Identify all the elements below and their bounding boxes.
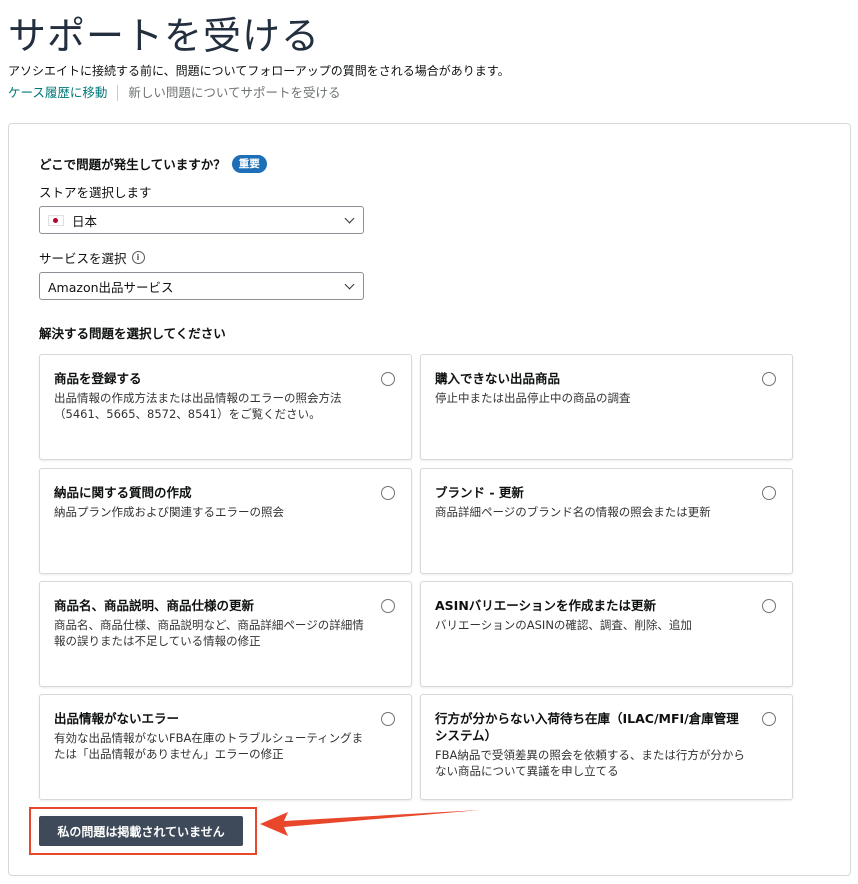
store-label-text: ストアを選択します [39, 185, 152, 200]
question-heading: どこで問題が発生していますか？ 重要 [39, 154, 267, 173]
support-form-panel: どこで問題が発生していますか？ 重要 ストアを選択します 日本 サービスを選択 … [8, 123, 851, 876]
issue-card-product-info[interactable]: 商品名、商品説明、商品仕様の更新 商品名、商品仕様、商品説明など、商品詳細ページ… [39, 581, 412, 687]
radio-button[interactable] [381, 599, 395, 613]
issue-card-missing-inventory[interactable]: 行方が分からない入荷待ち在庫（ILAC/MFI/倉庫管理システム） FBA納品で… [420, 694, 793, 800]
issue-card-list-product[interactable]: 商品を登録する 出品情報の作成方法または出品情報のエラーの照会方法（5461、5… [39, 354, 412, 460]
issue-card-asin-variation[interactable]: ASINバリエーションを作成または更新 バリエーションのASINの確認、調査、削… [420, 581, 793, 687]
service-label-text: サービスを選択 [39, 251, 127, 266]
issue-section-label: 解決する問題を選択してください [39, 326, 226, 341]
card-description: 納品プラン作成および関連するエラーの照会 [54, 505, 284, 519]
page-subtitle: アソシエイトに接続する前に、問題についてフォローアップの質問をされる場合がありま… [8, 64, 510, 78]
new-issue-link[interactable]: 新しい問題についてサポートを受ける [128, 84, 340, 102]
card-description: バリエーションのASINの確認、調査、削除、追加 [435, 618, 692, 632]
radio-button[interactable] [381, 712, 395, 726]
card-title: 出品情報がないエラー [54, 711, 180, 726]
issue-card-shipment[interactable]: 納品に関する質問の作成 納品プラン作成および関連するエラーの照会 [39, 468, 412, 574]
page-header: サポートを受ける アソシエイトに接続する前に、問題についてフォローアップの質問を… [8, 12, 848, 102]
radio-button[interactable] [381, 372, 395, 386]
question-text: どこで問題が発生していますか？ [39, 157, 226, 172]
service-select-value: Amazon出品サービス [48, 279, 174, 295]
chevron-down-icon [344, 213, 355, 224]
card-description: 商品名、商品仕様、商品説明など、商品詳細ページの詳細情報の誤りまたは不足している… [54, 618, 364, 648]
card-title: 商品名、商品説明、商品仕様の更新 [54, 598, 255, 613]
annotation-arrow-icon [260, 810, 480, 836]
radio-button[interactable] [762, 372, 776, 386]
service-select[interactable]: Amazon出品サービス [39, 272, 364, 300]
store-label: ストアを選択します [39, 182, 152, 201]
info-icon[interactable]: i [131, 251, 145, 264]
page-title: サポートを受ける [8, 14, 321, 58]
card-title: 購入できない出品商品 [435, 371, 561, 386]
card-description: 停止中または出品停止中の商品の調査 [435, 391, 631, 405]
card-title: 納品に関する質問の作成 [54, 485, 192, 500]
card-description: 商品詳細ページのブランド名の情報の照会または更新 [435, 505, 711, 519]
card-title: ASINバリエーションを作成または更新 [435, 598, 657, 613]
issue-card-brand[interactable]: ブランド - 更新 商品詳細ページのブランド名の情報の照会または更新 [420, 468, 793, 574]
japan-flag-icon [48, 214, 64, 226]
radio-button[interactable] [762, 712, 776, 726]
card-title: 行方が分からない入荷待ち在庫（ILAC/MFI/倉庫管理システム） [435, 711, 739, 743]
store-select[interactable]: 日本 [39, 206, 364, 234]
issue-card-unbuyable[interactable]: 購入できない出品商品 停止中または出品停止中の商品の調査 [420, 354, 793, 460]
radio-button[interactable] [762, 486, 776, 500]
card-description: 有効な出品情報がないFBA在庫のトラブルシューティングまたは「出品情報がありませ… [54, 731, 364, 761]
case-history-link[interactable]: ケース履歴に移動 [8, 84, 107, 102]
issue-not-listed-button[interactable]: 私の問題は掲載されていません [39, 816, 243, 846]
radio-button[interactable] [762, 599, 776, 613]
important-badge: 重要 [231, 154, 267, 173]
chevron-down-icon [344, 279, 355, 290]
card-title: ブランド - 更新 [435, 485, 524, 500]
store-select-value: 日本 [72, 213, 98, 229]
radio-button[interactable] [381, 486, 395, 500]
link-divider [117, 85, 119, 101]
card-description: 出品情報の作成方法または出品情報のエラーの照会方法（5461、5665、8572… [54, 391, 342, 421]
card-description: FBA納品で受領差異の照会を依頼する、または行方が分からない商品について異議を申… [435, 748, 745, 778]
service-label: サービスを選択 i [39, 248, 145, 267]
card-title: 商品を登録する [54, 371, 142, 386]
issue-card-no-listing[interactable]: 出品情報がないエラー 有効な出品情報がないFBA在庫のトラブルシューティングまた… [39, 694, 412, 800]
breadcrumb: ケース履歴に移動 新しい問題についてサポートを受ける [8, 84, 848, 102]
